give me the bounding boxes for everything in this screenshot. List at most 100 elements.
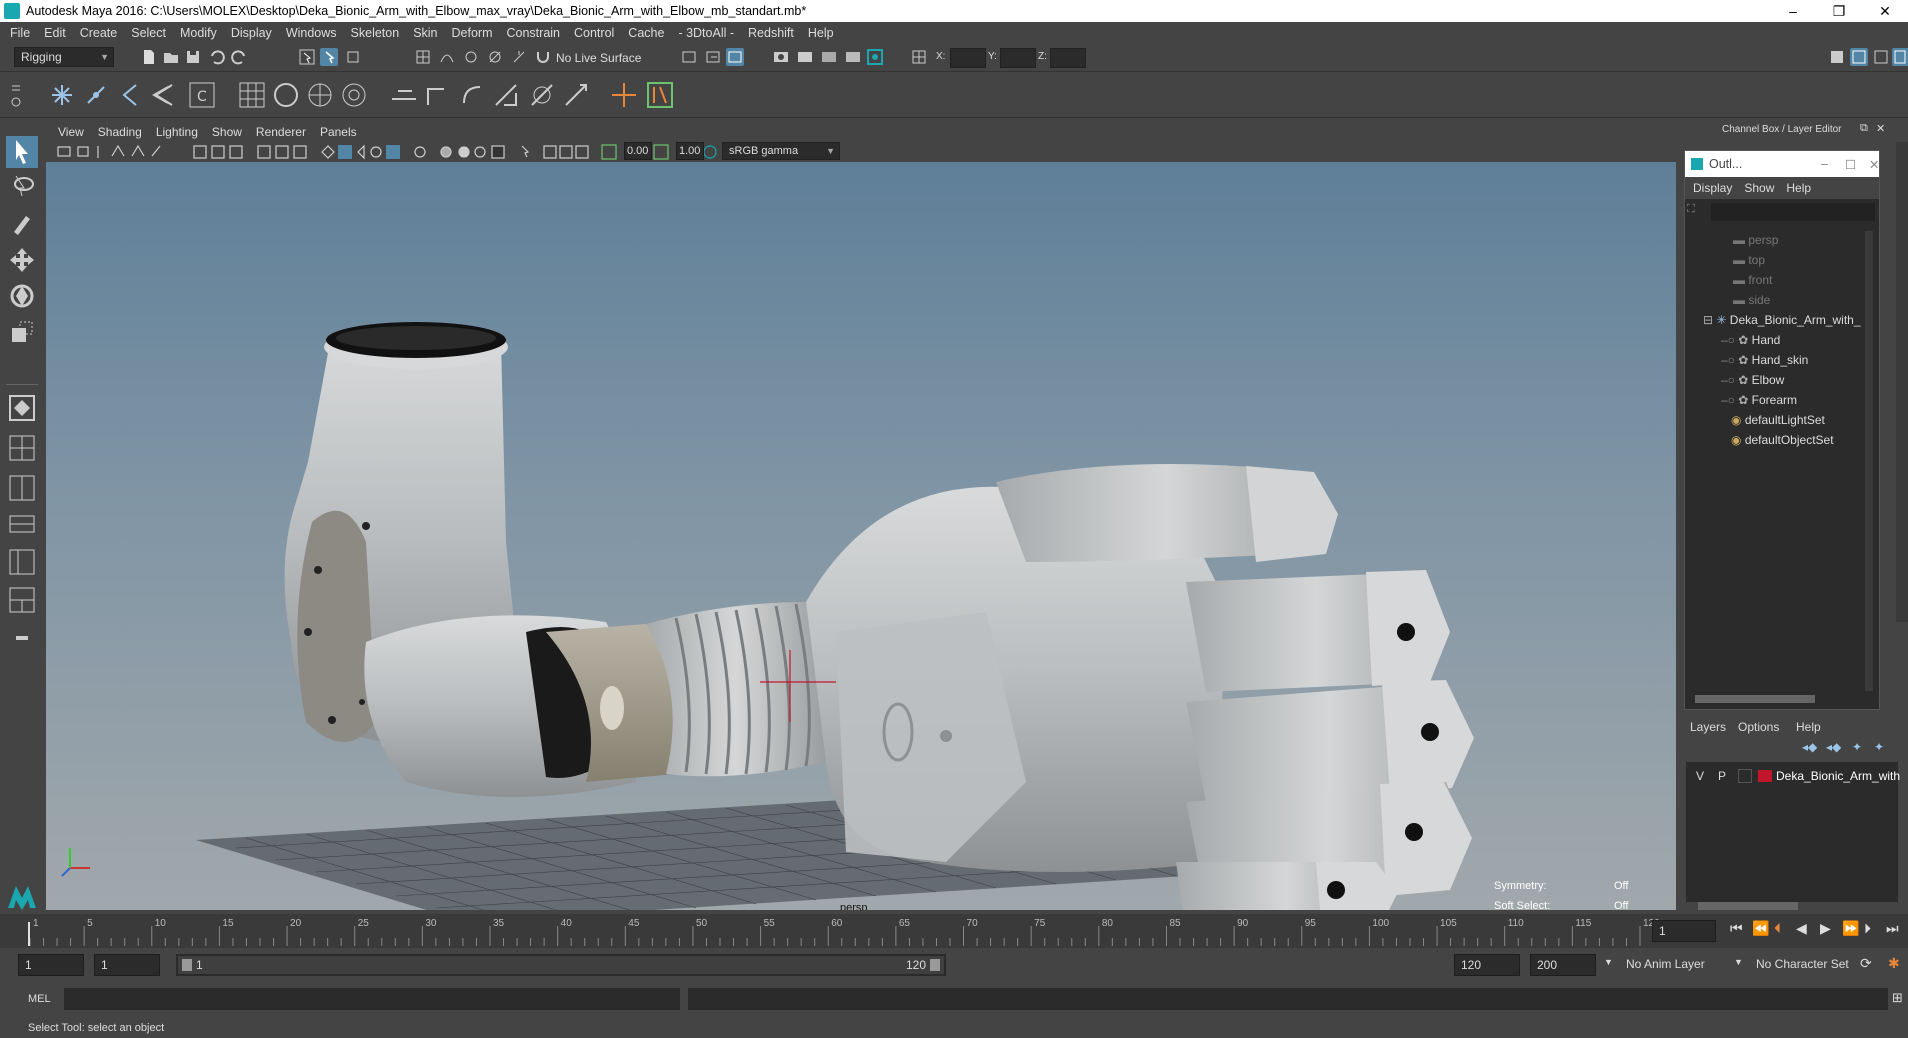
menu-constrain[interactable]: Constrain: [503, 26, 571, 40]
step-forward-key-icon[interactable]: ⏩: [1842, 920, 1859, 937]
snap-live-icon[interactable]: [510, 48, 528, 66]
viewport-menu-renderer[interactable]: Renderer: [252, 125, 316, 139]
menu-select[interactable]: Select: [127, 26, 176, 40]
outliner-filter-input[interactable]: [1711, 203, 1875, 221]
outliner-close-icon[interactable]: ✕: [1869, 157, 1879, 172]
layer-playback-toggle[interactable]: P: [1718, 769, 1726, 783]
animation-prefs-icon[interactable]: ✱: [1888, 955, 1900, 972]
set-driven-key-icon[interactable]: [644, 79, 676, 111]
live-surface-label[interactable]: No Live Surface: [556, 51, 641, 65]
save-scene-icon[interactable]: [184, 48, 202, 66]
x-field[interactable]: [950, 48, 986, 68]
magnet-icon[interactable]: [534, 48, 552, 66]
side-tabs[interactable]: [1896, 142, 1908, 622]
auto-key-icon[interactable]: ⟳: [1860, 955, 1872, 972]
restore-button[interactable]: ❐: [1816, 0, 1862, 22]
outliner-item-hand[interactable]: –○ ✿ Hand: [1721, 331, 1780, 349]
chevron-down-icon[interactable]: ▼: [1734, 957, 1743, 967]
range-slider-track[interactable]: 1 120: [176, 954, 946, 976]
shelf-menu-icon[interactable]: [0, 78, 21, 110]
go-to-end-icon[interactable]: ⏭: [1886, 920, 1899, 937]
orient-constraint-icon[interactable]: [456, 79, 488, 111]
gamma-field[interactable]: 1.00: [676, 142, 704, 160]
menu-edit[interactable]: Edit: [40, 26, 76, 40]
outliner-item-front[interactable]: ▬ front: [1733, 271, 1772, 289]
outliner-scrollbar[interactable]: [1865, 231, 1873, 691]
outliner-layout-icon[interactable]: [6, 508, 38, 540]
hypershade-layout-icon[interactable]: [6, 584, 38, 616]
outliner-filter-icon[interactable]: ⛶: [1687, 203, 1703, 221]
redo-icon[interactable]: [230, 48, 248, 66]
snap-point-icon[interactable]: [462, 48, 480, 66]
animation-end-field[interactable]: 200: [1530, 954, 1596, 976]
move-tool-icon[interactable]: [6, 244, 38, 276]
outliner-titlebar[interactable]: Outl... – ☐ ✕: [1685, 151, 1879, 177]
input-ops-icon[interactable]: [704, 48, 722, 66]
outliner-menu-show[interactable]: Show: [1742, 181, 1784, 195]
layer-display-type[interactable]: [1738, 769, 1752, 783]
z-field[interactable]: [1050, 48, 1086, 68]
viewport-3d[interactable]: persp Symmetry: Off Soft Select: Off: [46, 162, 1676, 910]
scale-constraint-icon[interactable]: [490, 79, 522, 111]
script-language-toggle[interactable]: MEL: [28, 993, 51, 1005]
float-panel-icon[interactable]: ⧉: [1860, 122, 1868, 135]
menu-cache[interactable]: Cache: [624, 26, 674, 40]
outliner-item-default-object-set[interactable]: ◉ defaultObjectSet: [1731, 431, 1834, 449]
command-input[interactable]: [64, 988, 680, 1010]
joint-tool-icon[interactable]: [46, 79, 78, 111]
layer-move-up-icon[interactable]: ◂◆: [1802, 740, 1817, 754]
graph-layout-icon[interactable]: [6, 546, 38, 578]
select-by-hierarchy-icon[interactable]: [298, 48, 316, 66]
range-slider-thumb[interactable]: [178, 956, 944, 974]
aim-constraint-icon[interactable]: [422, 79, 454, 111]
undo-icon[interactable]: [208, 48, 226, 66]
scale-tool-icon[interactable]: [6, 316, 38, 348]
anim-layer-dropdown[interactable]: No Anim Layer: [1626, 957, 1705, 971]
time-slider[interactable]: 1 5 10 15 20 25 30 35 40 45 50 55 60 65 70 75 80 85 90 95 10…: [0, 914, 1908, 948]
viewport-menu-panels[interactable]: Panels: [316, 125, 367, 139]
select-by-object-icon[interactable]: [320, 48, 338, 66]
skin-bind-icon[interactable]: [148, 79, 180, 111]
menu-deform[interactable]: Deform: [448, 26, 503, 40]
render-settings-icon[interactable]: [726, 48, 744, 66]
ipr-render-icon[interactable]: [796, 48, 814, 66]
menu-redshift[interactable]: Redshift: [744, 26, 804, 40]
character-set-dropdown[interactable]: No Character Set: [1756, 957, 1849, 971]
sculpt-deformer-icon[interactable]: [304, 79, 336, 111]
outliner-item-forearm[interactable]: –○ ✿ Forearm: [1721, 391, 1797, 409]
step-back-key-icon[interactable]: ⏪: [1752, 920, 1769, 937]
menu-help[interactable]: Help: [804, 26, 844, 40]
outliner-item-elbow[interactable]: –○ ✿ Elbow: [1721, 371, 1784, 389]
four-view-layout-icon[interactable]: [6, 432, 38, 464]
wrap-deformer-icon[interactable]: [270, 79, 302, 111]
minimize-button[interactable]: –: [1770, 0, 1816, 22]
input-mode-icon[interactable]: [910, 48, 928, 66]
outliner-item-default-light-set[interactable]: ◉ defaultLightSet: [1731, 411, 1825, 429]
blend-shape-icon[interactable]: [338, 79, 370, 111]
outliner-menu-help[interactable]: Help: [1784, 181, 1821, 195]
viewport-menu-view[interactable]: View: [54, 125, 94, 139]
render-current-icon[interactable]: [772, 48, 790, 66]
chevron-down-icon[interactable]: ▼: [1604, 957, 1613, 967]
custom-layout-icon[interactable]: [6, 622, 38, 654]
construction-history-icon[interactable]: [680, 48, 698, 66]
new-layer-selected-icon[interactable]: ✦: [1874, 740, 1884, 754]
playback-end-field[interactable]: 120: [1454, 954, 1520, 976]
parent-constraint-icon[interactable]: [526, 79, 558, 111]
point-constraint-icon[interactable]: [388, 79, 420, 111]
two-view-layout-icon[interactable]: [6, 472, 38, 504]
menu-modify[interactable]: Modify: [176, 26, 227, 40]
time-ruler[interactable]: 1 5 10 15 20 25 30 35 40 45 50 55 60 65 70 75 80 85 90 95 10…: [28, 914, 1668, 948]
script-editor-icon[interactable]: ⊞: [1892, 990, 1903, 1006]
outliner-item-top[interactable]: ▬ top: [1733, 251, 1765, 269]
outliner-menu-display[interactable]: Display: [1691, 181, 1742, 195]
viewport-toolbar-icons[interactable]: [46, 142, 1676, 162]
outliner-item-hand-skin[interactable]: –○ ✿ Hand_skin: [1721, 351, 1808, 369]
locator-icon[interactable]: [608, 79, 640, 111]
play-backward-icon[interactable]: ◀: [1796, 920, 1807, 937]
attribute-editor-toggle-icon[interactable]: [1850, 48, 1868, 66]
render-view-icon[interactable]: [820, 48, 838, 66]
collapse-icon[interactable]: ⊟: [1703, 313, 1716, 327]
close-panel-icon[interactable]: ✕: [1876, 122, 1885, 135]
range-start-handle[interactable]: [182, 959, 192, 971]
